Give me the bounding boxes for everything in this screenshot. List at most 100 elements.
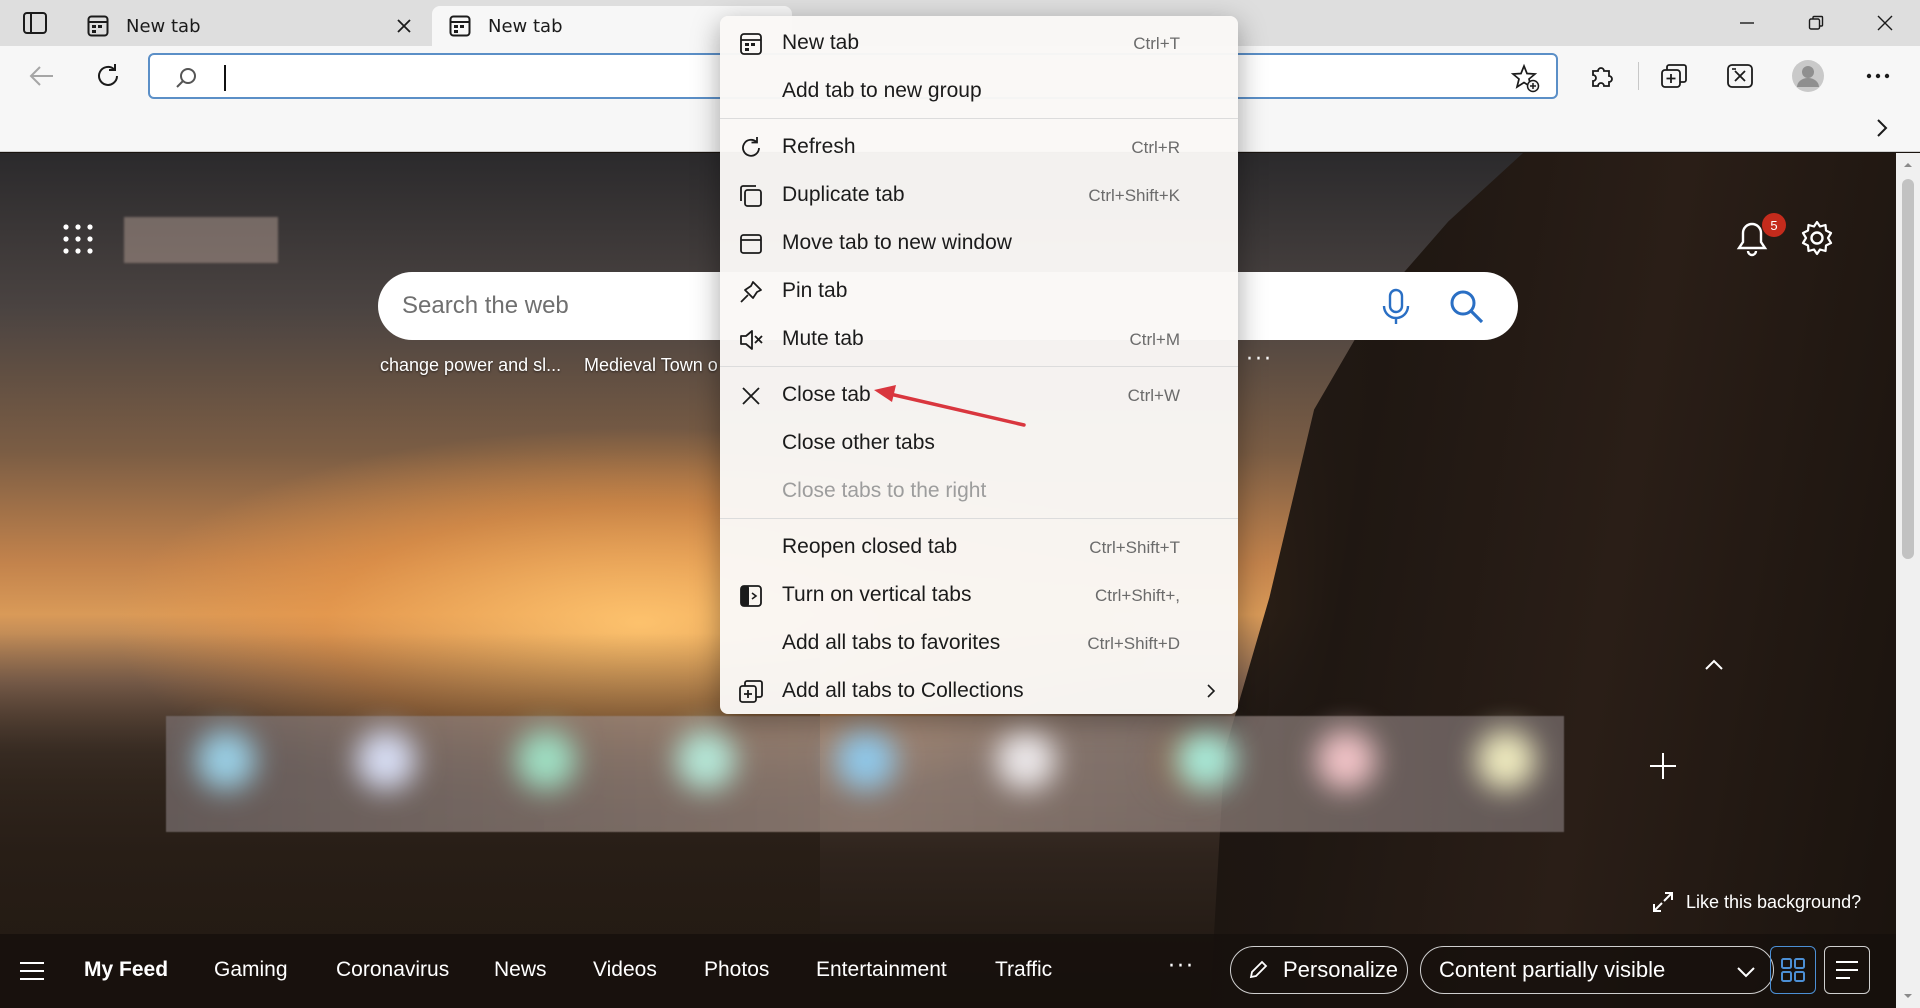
quick-link-tile[interactable] — [1176, 730, 1236, 790]
like-background-link[interactable]: Like this background? — [1652, 891, 1861, 913]
feed-more-icon[interactable]: ··· — [1168, 954, 1195, 979]
menu-item-label: Move tab to new window — [782, 231, 1012, 254]
content-visibility-value: Content partially visible — [1439, 957, 1666, 982]
close-window-icon — [1877, 15, 1893, 31]
menu-item-mute-tab[interactable]: Mute tab Ctrl+M — [720, 316, 1238, 362]
trending-search-link[interactable]: change power and sl... — [380, 355, 561, 376]
collections-button[interactable] — [1654, 56, 1694, 96]
app-launcher-grid-icon[interactable] — [62, 223, 94, 255]
quick-link-tile[interactable] — [836, 730, 896, 790]
page-scrollbar[interactable] — [1896, 153, 1920, 1008]
minimize-button[interactable] — [1714, 0, 1780, 46]
notification-count-badge: 5 — [1762, 213, 1786, 237]
menu-item-shortcut: Ctrl+M — [1129, 330, 1180, 349]
tab-title: New tab — [488, 15, 563, 37]
menu-item-shortcut: Ctrl+Shift+D — [1087, 634, 1180, 653]
feed-tab-videos[interactable]: Videos — [593, 958, 657, 982]
quick-links-blurred — [166, 716, 1564, 832]
personalize-button[interactable]: Personalize — [1230, 946, 1408, 994]
gear-icon[interactable] — [1798, 219, 1836, 257]
restore-button[interactable] — [1783, 0, 1849, 46]
profile-button[interactable] — [1788, 56, 1828, 96]
quick-link-tile[interactable] — [356, 730, 416, 790]
pin-icon — [740, 281, 762, 303]
menu-item-label: Refresh — [782, 135, 856, 158]
menu-item-label: Add all tabs to Collections — [782, 679, 1024, 702]
feed-tab-photos[interactable]: Photos — [704, 958, 769, 982]
refresh-button[interactable] — [88, 56, 128, 96]
menu-item-add-all-tabs-to-collections[interactable]: Add all tabs to Collections — [720, 668, 1238, 714]
menu-item-add-tab-to-new-group[interactable]: Add tab to new group — [720, 68, 1238, 114]
settings-and-more-button[interactable] — [1858, 56, 1898, 96]
close-icon — [742, 387, 760, 405]
add-favorite-star-icon[interactable] — [1510, 63, 1540, 93]
menu-item-shortcut: Ctrl+Shift+T — [1089, 538, 1180, 557]
scroll-up-arrow-icon[interactable] — [1902, 159, 1914, 171]
menu-item-turn-on-vertical-tabs[interactable]: Turn on vertical tabs Ctrl+Shift+, — [720, 572, 1238, 618]
feed-navigation-bar: My Feed Gaming Coronavirus News Videos P… — [0, 934, 1896, 1008]
grid-view-icon — [1781, 958, 1805, 982]
content-visibility-dropdown[interactable]: Content partially visible — [1420, 946, 1774, 994]
quick-link-tile[interactable] — [1476, 730, 1536, 790]
feed-tab-coronavirus[interactable]: Coronavirus — [336, 958, 449, 982]
vertical-tabs-icon — [740, 585, 762, 607]
hamburger-menu-icon[interactable] — [18, 960, 46, 982]
feed-tab-entertainment[interactable]: Entertainment — [816, 958, 947, 982]
scroll-down-arrow-icon[interactable] — [1902, 990, 1914, 1002]
add-quick-link-plus-icon[interactable] — [1648, 751, 1678, 781]
menu-item-duplicate-tab[interactable]: Duplicate tab Ctrl+Shift+K — [720, 172, 1238, 218]
feed-tab-my-feed[interactable]: My Feed — [84, 958, 168, 982]
pencil-icon — [1249, 960, 1268, 979]
chevron-up-icon[interactable] — [1702, 653, 1726, 677]
menu-item-label: Reopen closed tab — [782, 535, 958, 558]
menu-separator — [720, 118, 1238, 119]
menu-item-shortcut: Ctrl+Shift+K — [1088, 186, 1180, 205]
back-button[interactable] — [22, 56, 62, 96]
back-arrow-icon — [29, 66, 53, 86]
feed-tab-news[interactable]: News — [494, 958, 547, 982]
new-tab-favicon-icon — [86, 14, 110, 38]
tab-close-icon[interactable] — [392, 14, 416, 38]
menu-item-label: Close tab — [782, 383, 871, 406]
quick-link-tile[interactable] — [996, 730, 1056, 790]
quick-link-tile[interactable] — [676, 730, 736, 790]
menu-item-pin-tab[interactable]: Pin tab — [720, 268, 1238, 314]
menu-item-move-tab-to-new-window[interactable]: Move tab to new window — [720, 220, 1238, 266]
extensions-button[interactable] — [1582, 56, 1622, 96]
menu-item-reopen-closed-tab[interactable]: Reopen closed tab Ctrl+Shift+T — [720, 524, 1238, 570]
menu-item-close-tabs-to-the-right: Close tabs to the right — [720, 468, 1238, 514]
menu-item-shortcut: Ctrl+W — [1127, 386, 1180, 405]
trending-search-link[interactable]: Medieval Town o — [584, 355, 718, 376]
quick-link-tile[interactable] — [196, 730, 256, 790]
list-view-button[interactable] — [1824, 946, 1870, 994]
menu-item-new-tab[interactable]: New tab Ctrl+T — [720, 20, 1238, 66]
feed-tab-gaming[interactable]: Gaming — [214, 958, 288, 982]
mute-icon — [740, 330, 763, 350]
grid-view-button[interactable] — [1770, 946, 1816, 994]
math-solver-button[interactable] — [1720, 56, 1760, 96]
search-submit-icon[interactable] — [1444, 287, 1488, 327]
quick-link-tile[interactable] — [1316, 730, 1376, 790]
close-window-button[interactable] — [1852, 0, 1918, 46]
menu-item-label: Add tab to new group — [782, 79, 982, 102]
tab-inactive[interactable]: New tab — [70, 6, 426, 46]
tab-actions-menu-button[interactable] — [20, 10, 50, 36]
quick-link-tile[interactable] — [516, 730, 576, 790]
scrollbar-thumb[interactable] — [1902, 179, 1914, 559]
favorites-overflow-chevron-icon[interactable] — [1868, 114, 1896, 142]
refresh-icon — [742, 137, 760, 157]
like-background-label: Like this background? — [1686, 891, 1862, 912]
chevron-down-icon — [1737, 967, 1755, 978]
menu-item-label: Pin tab — [782, 279, 848, 302]
collections-icon — [1661, 64, 1687, 88]
menu-item-refresh[interactable]: Refresh Ctrl+R — [720, 124, 1238, 170]
feed-tab-traffic[interactable]: Traffic — [995, 958, 1052, 982]
menu-item-shortcut: Ctrl+R — [1131, 138, 1180, 157]
more-horizontal-icon — [1866, 73, 1890, 79]
trending-more-icon[interactable]: ··· — [1246, 347, 1273, 372]
microphone-icon[interactable] — [1376, 287, 1416, 327]
menu-item-add-all-tabs-to-favorites[interactable]: Add all tabs to favorites Ctrl+Shift+D — [720, 620, 1238, 666]
menu-separator — [720, 518, 1238, 519]
expand-icon — [1653, 892, 1673, 912]
text-caret — [224, 65, 226, 91]
